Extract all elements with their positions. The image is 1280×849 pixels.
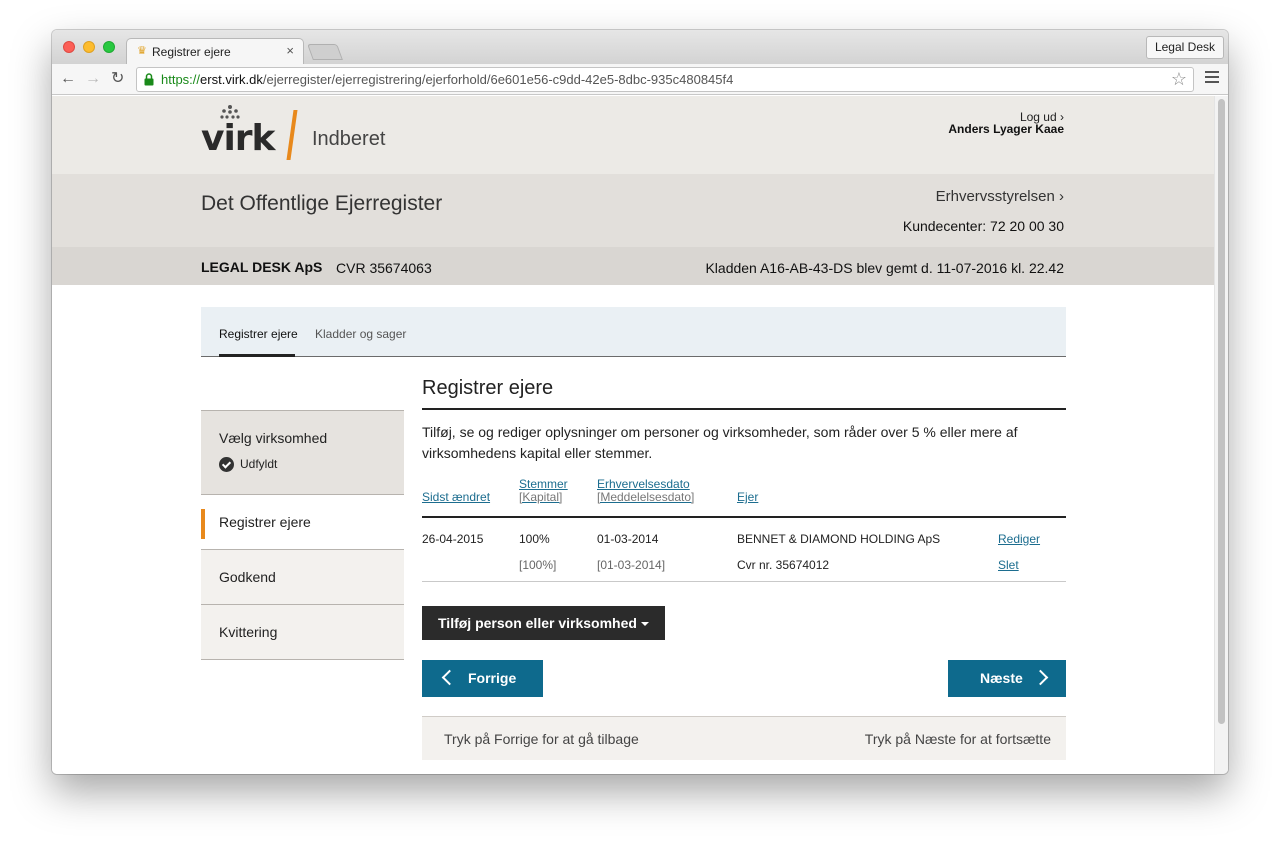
- user-name: Anders Lyager Kaae: [948, 122, 1064, 136]
- crown-favicon-icon: ♛: [137, 45, 147, 57]
- url-text: https://erst.virk.dk/ejerregister/ejerre…: [161, 72, 734, 87]
- column-sidst-aendret[interactable]: Sidst ændret: [422, 491, 490, 504]
- logo-subtitle: Indberet: [312, 128, 386, 150]
- caret-down-icon: [640, 622, 649, 627]
- sidebar-item-vaelg-virksomhed[interactable]: Vælg virksomhed Udfyldt: [201, 410, 404, 495]
- company-bar: LEGAL DESK ApS CVR 35674063 Kladden A16-…: [52, 247, 1214, 285]
- active-tab-indicator: [219, 354, 295, 357]
- customer-center-phone: Kundecenter: 72 20 00 30: [902, 218, 1064, 234]
- site-title: Det Offentlige Ejerregister: [201, 192, 443, 215]
- step-sidebar: Vælg virksomhed Udfyldt Registrer ejere …: [201, 410, 404, 660]
- step-done-status: Udfyldt: [219, 457, 277, 473]
- forward-arrow-icon[interactable]: →: [85, 69, 101, 89]
- agency-link[interactable]: Erhvervsstyrelsen ›: [936, 188, 1064, 205]
- tab-title: Registrer ejere: [152, 45, 231, 59]
- logo-divider: [286, 110, 298, 160]
- menu-icon[interactable]: [1205, 71, 1219, 86]
- delete-link[interactable]: Slet: [998, 558, 1019, 572]
- row-owner-cvr: Cvr nr. 35674012: [737, 558, 830, 572]
- sidebar-item-label: Registrer ejere: [219, 514, 311, 530]
- zoom-window-button[interactable]: [103, 41, 115, 53]
- address-bar[interactable]: https://erst.virk.dk/ejerregister/ejerre…: [136, 67, 1194, 92]
- intro-text: Tilføj, se og rediger oplysninger om per…: [422, 424, 1018, 461]
- minimize-window-button[interactable]: [83, 41, 95, 53]
- sidebar-item-godkend[interactable]: Godkend: [201, 550, 404, 605]
- tab-kladder-og-sager[interactable]: Kladder og sager: [315, 327, 406, 341]
- row-capital: [100%]: [519, 558, 557, 572]
- hint-previous: Tryk på Forrige for at gå tilbage: [444, 731, 639, 747]
- navigation-hint-bar: Tryk på Forrige for at gå tilbage Tryk p…: [422, 716, 1066, 760]
- company-name: LEGAL DESK ApS: [201, 259, 323, 275]
- check-circle-icon: [219, 457, 234, 473]
- page-scrollbar[interactable]: [1214, 96, 1228, 774]
- site-header: virk Indberet Log ud › Anders Lyager Kaa…: [52, 96, 1214, 174]
- chevron-right-icon: [1032, 669, 1049, 686]
- chevron-left-icon: [441, 669, 458, 686]
- browser-window: ♛ Registrer ejere × Legal Desk ← → ↻ htt…: [52, 30, 1228, 774]
- draft-saved-status: Kladden A16-AB-43-DS blev gemt d. 11-07-…: [705, 260, 1064, 276]
- sidebar-item-label: Vælg virksomhed: [219, 430, 328, 446]
- page-content: virk Indberet Log ud › Anders Lyager Kaa…: [52, 96, 1214, 774]
- tab-close-icon[interactable]: ×: [286, 43, 294, 58]
- tab-strip: ♛ Registrer ejere × Legal Desk: [52, 30, 1228, 65]
- main-tabs: Registrer ejere Kladder og sager: [201, 307, 1066, 357]
- column-stemmer[interactable]: Stemmer [Kapital]: [519, 478, 568, 504]
- hint-next: Tryk på Næste for at fortsætte: [864, 731, 1051, 747]
- tab-registrer-ejere[interactable]: Registrer ejere: [219, 327, 298, 341]
- virk-logo[interactable]: virk Indberet: [201, 104, 401, 168]
- browser-tab[interactable]: ♛ Registrer ejere ×: [126, 38, 304, 65]
- row-owner: BENNET & DIAMOND HOLDING ApS: [737, 532, 941, 546]
- service-header: Det Offentlige Ejerregister Erhvervsstyr…: [52, 174, 1214, 247]
- previous-button[interactable]: Forrige: [422, 660, 543, 697]
- back-arrow-icon[interactable]: ←: [60, 69, 76, 89]
- sidebar-item-label: Kvittering: [219, 624, 278, 640]
- page-title: Registrer ejere: [422, 376, 1066, 410]
- next-button[interactable]: Næste: [948, 660, 1066, 697]
- sidebar-item-registrer-ejere[interactable]: Registrer ejere: [201, 495, 404, 550]
- logo-wordmark: virk: [201, 118, 276, 159]
- edit-link[interactable]: Rediger: [998, 532, 1040, 546]
- column-ejer[interactable]: Ejer: [737, 491, 758, 504]
- column-erhvervelsesdato[interactable]: Erhvervelsesdato [Meddelelsesdato]: [597, 478, 694, 504]
- browser-toolbar: ← → ↻ https://erst.virk.dk/ejerregister/…: [52, 64, 1228, 95]
- reload-icon[interactable]: ↻: [111, 69, 124, 89]
- add-owner-button[interactable]: Tilføj person eller virksomhed: [422, 606, 665, 640]
- owners-table-header: Sidst ændret Stemmer [Kapital] Erhvervels…: [422, 476, 1066, 518]
- row-notice-date: [01-03-2014]: [597, 558, 666, 572]
- row-changed: 26-04-2015: [422, 532, 484, 546]
- main-content: Registrer ejere Tilføj, se og rediger op…: [422, 376, 1066, 760]
- bookmark-star-icon[interactable]: ☆: [1171, 69, 1187, 90]
- scrollbar-thumb[interactable]: [1218, 99, 1225, 724]
- close-window-button[interactable]: [63, 41, 75, 53]
- profile-button[interactable]: Legal Desk: [1145, 36, 1224, 59]
- sidebar-item-kvittering[interactable]: Kvittering: [201, 605, 404, 660]
- table-row: 26-04-2015 100% [100%] 01-03-2014 [01-03…: [422, 518, 1066, 582]
- lock-icon: [144, 73, 154, 86]
- sidebar-item-label: Godkend: [219, 569, 276, 585]
- row-acq-date: 01-03-2014: [597, 532, 659, 546]
- row-votes: 100%: [519, 532, 550, 546]
- new-tab-button[interactable]: [307, 44, 343, 60]
- company-cvr: CVR 35674063: [336, 260, 432, 276]
